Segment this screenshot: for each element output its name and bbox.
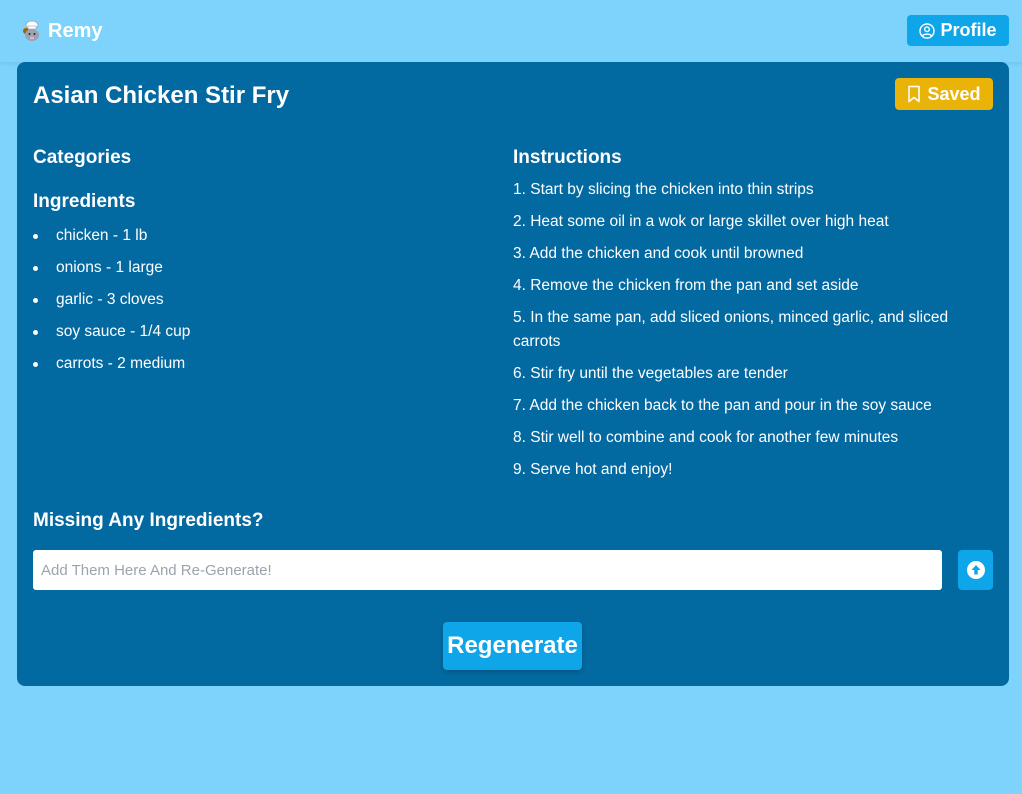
chef-mouse-icon bbox=[23, 20, 39, 41]
missing-ingredients-heading: Missing Any Ingredients? bbox=[33, 510, 264, 531]
submit-ingredients-button[interactable] bbox=[958, 550, 993, 590]
recipe-title: Asian Chicken Stir Fry bbox=[33, 82, 290, 109]
profile-label: Profile bbox=[940, 20, 997, 40]
brand-name: Remy bbox=[48, 19, 103, 42]
instruction-step: 4. Remove the chicken from the pan and s… bbox=[513, 277, 859, 294]
user-circle-icon bbox=[919, 22, 936, 39]
instruction-step: 3. Add the chicken and cook until browne… bbox=[513, 245, 804, 262]
instruction-step: 7. Add the chicken back to the pan and p… bbox=[513, 397, 932, 414]
ingredients-list: chicken - 1 lb onions - 1 large garlic -… bbox=[33, 220, 493, 380]
saved-label: Saved bbox=[927, 83, 981, 104]
ingredient-item: onions - 1 large bbox=[33, 252, 493, 284]
ingredient-item: chicken - 1 lb bbox=[33, 220, 493, 252]
ingredients-column: Categories Ingredients chicken - 1 lb on… bbox=[33, 146, 493, 380]
instruction-step: 6. Stir fry until the vegetables are ten… bbox=[513, 365, 788, 382]
instructions-list: 1. Start by slicing the chicken into thi… bbox=[513, 178, 973, 482]
instructions-heading: Instructions bbox=[513, 147, 622, 168]
instruction-step: 9. Serve hot and enjoy! bbox=[513, 461, 673, 478]
instructions-column: Instructions 1. Start by slicing the chi… bbox=[513, 146, 973, 490]
regenerate-button[interactable]: Regenerate bbox=[443, 622, 582, 670]
instruction-step: 8. Stir well to combine and cook for ano… bbox=[513, 429, 899, 446]
profile-button[interactable]: Profile bbox=[907, 15, 1009, 46]
top-navbar: Remy Profile bbox=[0, 0, 1022, 62]
ingredient-item: garlic - 3 cloves bbox=[33, 284, 493, 316]
ingredient-item: soy sauce - 1/4 cup bbox=[33, 316, 493, 348]
missing-ingredients-input[interactable] bbox=[33, 550, 942, 590]
bookmark-icon bbox=[908, 85, 921, 103]
brand-link[interactable]: Remy bbox=[20, 17, 102, 45]
categories-heading: Categories bbox=[33, 147, 132, 168]
ingredients-heading: Ingredients bbox=[33, 191, 136, 212]
recipe-card: Asian Chicken Stir Fry Saved Categories … bbox=[17, 62, 1009, 686]
saved-button[interactable]: Saved bbox=[895, 78, 993, 110]
instruction-step: 1. Start by slicing the chicken into thi… bbox=[513, 181, 814, 198]
arrow-up-circle-icon bbox=[966, 561, 985, 579]
instruction-step: 5. In the same pan, add sliced onions, m… bbox=[513, 309, 949, 350]
ingredient-item: carrots - 2 medium bbox=[33, 348, 493, 380]
instruction-step: 2. Heat some oil in a wok or large skill… bbox=[513, 213, 889, 230]
